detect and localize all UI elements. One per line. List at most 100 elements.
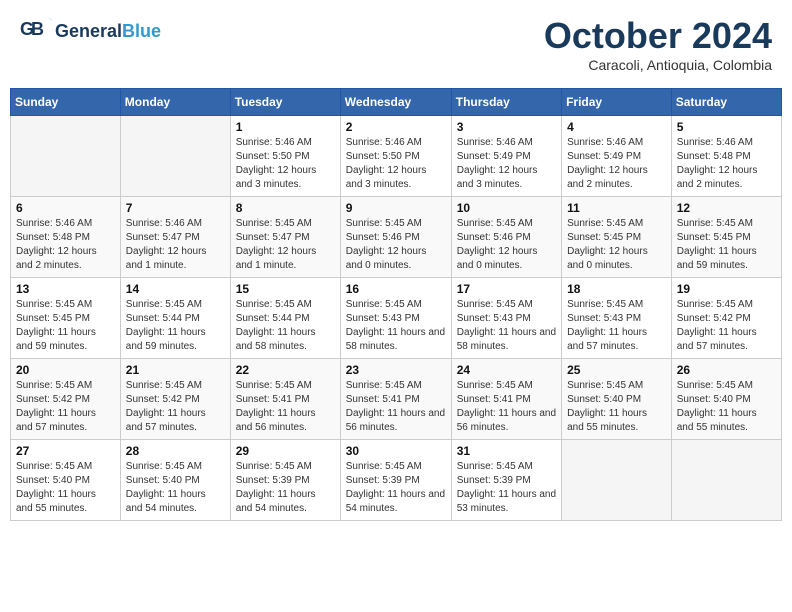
weekday-header-saturday: Saturday bbox=[671, 89, 781, 116]
day-number: 7 bbox=[126, 201, 225, 215]
calendar-week-1: 1 Sunrise: 5:46 AM Sunset: 5:50 PM Daylig… bbox=[11, 116, 782, 197]
calendar-cell: 12Sunrise: 5:45 AM Sunset: 5:45 PM Dayli… bbox=[671, 197, 781, 278]
day-number: 18 bbox=[567, 282, 666, 296]
day-number: 4 bbox=[567, 120, 666, 134]
calendar-cell: 6 Sunrise: 5:46 AM Sunset: 5:48 PM Daylig… bbox=[11, 197, 121, 278]
day-info: Sunrise: 5:45 AM Sunset: 5:43 PM Dayligh… bbox=[567, 298, 666, 354]
svg-text:B: B bbox=[31, 19, 44, 39]
day-number: 27 bbox=[16, 444, 115, 458]
day-number: 24 bbox=[457, 363, 556, 377]
calendar-cell: 1 Sunrise: 5:46 AM Sunset: 5:50 PM Daylig… bbox=[230, 116, 340, 197]
day-info: Sunrise: 5:45 AM Sunset: 5:46 PM Dayligh… bbox=[346, 217, 446, 273]
day-number: 30 bbox=[346, 444, 446, 458]
weekday-header-sunday: Sunday bbox=[11, 89, 121, 116]
calendar-cell bbox=[120, 116, 230, 197]
title-block: October 2024 Caracoli, Antioquia, Colomb… bbox=[544, 15, 772, 73]
day-number: 15 bbox=[236, 282, 335, 296]
page-header: G B GeneralBlue October 2024 Caracoli, A… bbox=[10, 10, 782, 78]
logo-blue: Blue bbox=[122, 21, 161, 41]
calendar-cell: 29Sunrise: 5:45 AM Sunset: 5:39 PM Dayli… bbox=[230, 440, 340, 521]
calendar-cell: 11Sunrise: 5:45 AM Sunset: 5:45 PM Dayli… bbox=[562, 197, 672, 278]
calendar-cell: 28 Sunrise: 5:45 AM Sunset: 5:40 PM Dayli… bbox=[120, 440, 230, 521]
calendar-cell: 23Sunrise: 5:45 AM Sunset: 5:41 PM Dayli… bbox=[340, 359, 451, 440]
calendar-cell: 2 Sunrise: 5:46 AM Sunset: 5:50 PM Daylig… bbox=[340, 116, 451, 197]
logo-general: General bbox=[55, 21, 122, 41]
calendar-cell: 3 Sunrise: 5:46 AM Sunset: 5:49 PM Daylig… bbox=[451, 116, 561, 197]
day-number: 19 bbox=[677, 282, 776, 296]
calendar-cell: 4 Sunrise: 5:46 AM Sunset: 5:49 PM Daylig… bbox=[562, 116, 672, 197]
calendar-cell: 24Sunrise: 5:45 AM Sunset: 5:41 PM Dayli… bbox=[451, 359, 561, 440]
calendar-week-3: 13 Sunrise: 5:45 AM Sunset: 5:45 PM Dayli… bbox=[11, 278, 782, 359]
day-number: 28 bbox=[126, 444, 225, 458]
day-number: 21 bbox=[126, 363, 225, 377]
day-info: Sunrise: 5:45 AM Sunset: 5:46 PM Dayligh… bbox=[457, 217, 556, 273]
day-info: Sunrise: 5:46 AM Sunset: 5:48 PM Dayligh… bbox=[16, 217, 115, 273]
day-info: Sunrise: 5:45 AM Sunset: 5:40 PM Dayligh… bbox=[567, 379, 666, 435]
calendar-cell: 8 Sunrise: 5:45 AM Sunset: 5:47 PM Daylig… bbox=[230, 197, 340, 278]
calendar-cell: 14 Sunrise: 5:45 AM Sunset: 5:44 PM Dayli… bbox=[120, 278, 230, 359]
logo: G B GeneralBlue bbox=[20, 15, 161, 47]
day-info: Sunrise: 5:45 AM Sunset: 5:47 PM Dayligh… bbox=[236, 217, 335, 273]
weekday-header-monday: Monday bbox=[120, 89, 230, 116]
weekday-header-tuesday: Tuesday bbox=[230, 89, 340, 116]
day-info: Sunrise: 5:46 AM Sunset: 5:50 PM Dayligh… bbox=[236, 136, 335, 192]
day-number: 31 bbox=[457, 444, 556, 458]
day-info: Sunrise: 5:45 AM Sunset: 5:39 PM Dayligh… bbox=[236, 460, 335, 516]
day-number: 9 bbox=[346, 201, 446, 215]
day-number: 3 bbox=[457, 120, 556, 134]
day-number: 1 bbox=[236, 120, 335, 134]
calendar-cell: 31Sunrise: 5:45 AM Sunset: 5:39 PM Dayli… bbox=[451, 440, 561, 521]
day-number: 10 bbox=[457, 201, 556, 215]
calendar-cell: 9 Sunrise: 5:45 AM Sunset: 5:46 PM Daylig… bbox=[340, 197, 451, 278]
day-info: Sunrise: 5:45 AM Sunset: 5:42 PM Dayligh… bbox=[677, 298, 776, 354]
logo-icon: G B bbox=[20, 15, 52, 47]
day-info: Sunrise: 5:45 AM Sunset: 5:45 PM Dayligh… bbox=[16, 298, 115, 354]
day-info: Sunrise: 5:46 AM Sunset: 5:48 PM Dayligh… bbox=[677, 136, 776, 192]
day-info: Sunrise: 5:45 AM Sunset: 5:41 PM Dayligh… bbox=[236, 379, 335, 435]
day-info: Sunrise: 5:45 AM Sunset: 5:44 PM Dayligh… bbox=[236, 298, 335, 354]
day-info: Sunrise: 5:45 AM Sunset: 5:40 PM Dayligh… bbox=[126, 460, 225, 516]
day-number: 5 bbox=[677, 120, 776, 134]
calendar-cell: 7 Sunrise: 5:46 AM Sunset: 5:47 PM Daylig… bbox=[120, 197, 230, 278]
calendar-cell bbox=[11, 116, 121, 197]
day-number: 26 bbox=[677, 363, 776, 377]
day-info: Sunrise: 5:45 AM Sunset: 5:40 PM Dayligh… bbox=[677, 379, 776, 435]
day-info: Sunrise: 5:46 AM Sunset: 5:47 PM Dayligh… bbox=[126, 217, 225, 273]
day-info: Sunrise: 5:45 AM Sunset: 5:42 PM Dayligh… bbox=[16, 379, 115, 435]
day-info: Sunrise: 5:45 AM Sunset: 5:43 PM Dayligh… bbox=[457, 298, 556, 354]
weekday-header-thursday: Thursday bbox=[451, 89, 561, 116]
calendar-cell: 5 Sunrise: 5:46 AM Sunset: 5:48 PM Daylig… bbox=[671, 116, 781, 197]
day-number: 14 bbox=[126, 282, 225, 296]
calendar-cell: 18 Sunrise: 5:45 AM Sunset: 5:43 PM Dayli… bbox=[562, 278, 672, 359]
day-info: Sunrise: 5:45 AM Sunset: 5:40 PM Dayligh… bbox=[16, 460, 115, 516]
calendar-cell bbox=[671, 440, 781, 521]
calendar-cell: 21Sunrise: 5:45 AM Sunset: 5:42 PM Dayli… bbox=[120, 359, 230, 440]
day-info: Sunrise: 5:46 AM Sunset: 5:49 PM Dayligh… bbox=[567, 136, 666, 192]
day-number: 2 bbox=[346, 120, 446, 134]
calendar-cell: 19 Sunrise: 5:45 AM Sunset: 5:42 PM Dayli… bbox=[671, 278, 781, 359]
weekday-header-friday: Friday bbox=[562, 89, 672, 116]
calendar-cell: 15 Sunrise: 5:45 AM Sunset: 5:44 PM Dayli… bbox=[230, 278, 340, 359]
day-number: 17 bbox=[457, 282, 556, 296]
calendar-cell: 13 Sunrise: 5:45 AM Sunset: 5:45 PM Dayli… bbox=[11, 278, 121, 359]
weekday-header-wednesday: Wednesday bbox=[340, 89, 451, 116]
day-number: 13 bbox=[16, 282, 115, 296]
day-number: 20 bbox=[16, 363, 115, 377]
day-info: Sunrise: 5:45 AM Sunset: 5:43 PM Dayligh… bbox=[346, 298, 446, 354]
day-info: Sunrise: 5:46 AM Sunset: 5:50 PM Dayligh… bbox=[346, 136, 446, 192]
day-info: Sunrise: 5:46 AM Sunset: 5:49 PM Dayligh… bbox=[457, 136, 556, 192]
day-number: 25 bbox=[567, 363, 666, 377]
calendar-cell: 30Sunrise: 5:45 AM Sunset: 5:39 PM Dayli… bbox=[340, 440, 451, 521]
calendar-cell: 27 Sunrise: 5:45 AM Sunset: 5:40 PM Dayli… bbox=[11, 440, 121, 521]
calendar-cell: 25 Sunrise: 5:45 AM Sunset: 5:40 PM Dayli… bbox=[562, 359, 672, 440]
calendar-cell: 20 Sunrise: 5:45 AM Sunset: 5:42 PM Dayli… bbox=[11, 359, 121, 440]
day-info: Sunrise: 5:45 AM Sunset: 5:44 PM Dayligh… bbox=[126, 298, 225, 354]
day-info: Sunrise: 5:45 AM Sunset: 5:41 PM Dayligh… bbox=[346, 379, 446, 435]
day-info: Sunrise: 5:45 AM Sunset: 5:45 PM Dayligh… bbox=[567, 217, 666, 273]
calendar-cell: 26 Sunrise: 5:45 AM Sunset: 5:40 PM Dayli… bbox=[671, 359, 781, 440]
day-number: 8 bbox=[236, 201, 335, 215]
calendar-table: SundayMondayTuesdayWednesdayThursdayFrid… bbox=[10, 88, 782, 521]
calendar-week-5: 27 Sunrise: 5:45 AM Sunset: 5:40 PM Dayli… bbox=[11, 440, 782, 521]
calendar-cell: 22Sunrise: 5:45 AM Sunset: 5:41 PM Dayli… bbox=[230, 359, 340, 440]
day-number: 6 bbox=[16, 201, 115, 215]
